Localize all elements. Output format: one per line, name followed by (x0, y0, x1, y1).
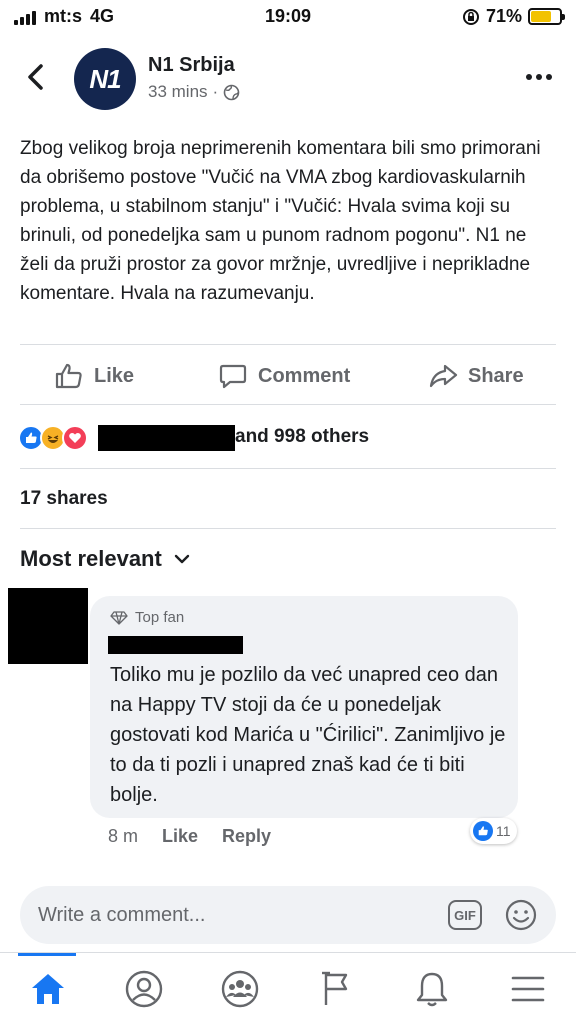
battery-icon (528, 8, 565, 25)
menu-icon[interactable] (504, 965, 552, 1013)
globe-icon (223, 84, 240, 100)
battery-percent: 71% (485, 6, 522, 26)
comment-text: Toliko mu je pozlilo da već unapred ceo … (110, 664, 506, 806)
reaction-summary[interactable]: and 998 others (235, 426, 369, 448)
groups-icon[interactable] (216, 965, 264, 1013)
comment-time: 8 m (108, 826, 139, 846)
redacted-commenter-avatar (8, 588, 88, 664)
back-arrow-icon[interactable] (24, 62, 48, 92)
status-right: 71% (462, 6, 565, 27)
post-text: Zbog velikog broja neprimerenih komentar… (20, 138, 541, 304)
notifications-bell-icon[interactable] (408, 965, 456, 1013)
share-label: Share (468, 364, 524, 387)
page-name[interactable]: N1 Srbija (148, 54, 235, 77)
comment-label: Comment (258, 364, 351, 387)
redacted-commenter-name (108, 636, 243, 654)
comment-reaction-count[interactable]: 11 (470, 818, 517, 844)
comment-icon (219, 364, 247, 389)
more-options-icon[interactable] (526, 74, 552, 80)
comment-like-button[interactable]: Like (162, 826, 198, 847)
sort-label: Most relevant (20, 546, 162, 571)
rotation-lock-icon (462, 8, 479, 25)
thumbs-up-icon (55, 363, 82, 389)
comment-meta: 8 m Like Reply (108, 826, 271, 847)
share-arrow-icon (429, 364, 458, 388)
comment-bubble[interactable]: Top fan Toliko mu je pozlilo da već unap… (90, 596, 518, 818)
reaction-icons[interactable] (18, 424, 88, 452)
battery-fill (531, 11, 551, 22)
home-icon[interactable] (24, 965, 72, 1013)
divider-actions (20, 404, 556, 405)
comment-button[interactable]: Comment (218, 348, 350, 404)
page-avatar[interactable]: N1 (74, 48, 136, 110)
divider-reactions (20, 468, 556, 469)
post-header: N1 N1 Srbija 33 mins · (0, 38, 576, 118)
redacted-name (98, 425, 235, 451)
active-tab-indicator (18, 953, 76, 956)
love-reaction-icon (62, 425, 88, 451)
like-button[interactable]: Like (54, 348, 134, 404)
comment-sort-dropdown[interactable]: Most relevant (20, 546, 190, 572)
pages-flag-icon[interactable] (312, 965, 360, 1013)
comment-composer: Write a comment... GIF (0, 872, 576, 952)
chevron-down-icon (174, 554, 190, 564)
comment-reaction-number: 11 (496, 823, 511, 839)
post-time-label: 33 mins (148, 82, 208, 101)
comment-reply-button[interactable]: Reply (222, 826, 271, 847)
gif-button[interactable]: GIF (448, 900, 482, 930)
divider-shares (20, 528, 556, 529)
divider-top (20, 344, 556, 345)
post-actions: Like Comment Share (0, 348, 576, 404)
separator-dot: · (212, 82, 219, 101)
like-reaction-icon (473, 821, 493, 841)
comment-input[interactable]: Write a comment... GIF (20, 886, 556, 944)
top-fan-badge: Top fan (110, 609, 184, 626)
top-fan-label: Top fan (135, 609, 185, 626)
avatar-logo-text: N1 (89, 63, 121, 94)
comment-placeholder: Write a comment... (38, 904, 206, 926)
share-button[interactable]: Share (428, 348, 524, 404)
post-timestamp: 33 mins · (148, 82, 240, 102)
shares-count[interactable]: 17 shares (20, 488, 108, 510)
bottom-navigation (0, 952, 576, 1024)
like-label: Like (94, 364, 135, 387)
diamond-icon (110, 610, 128, 625)
status-bar: mt:s 4G 19:09 71% (0, 0, 576, 36)
profile-icon[interactable] (120, 965, 168, 1013)
emoji-icon[interactable] (504, 898, 538, 932)
